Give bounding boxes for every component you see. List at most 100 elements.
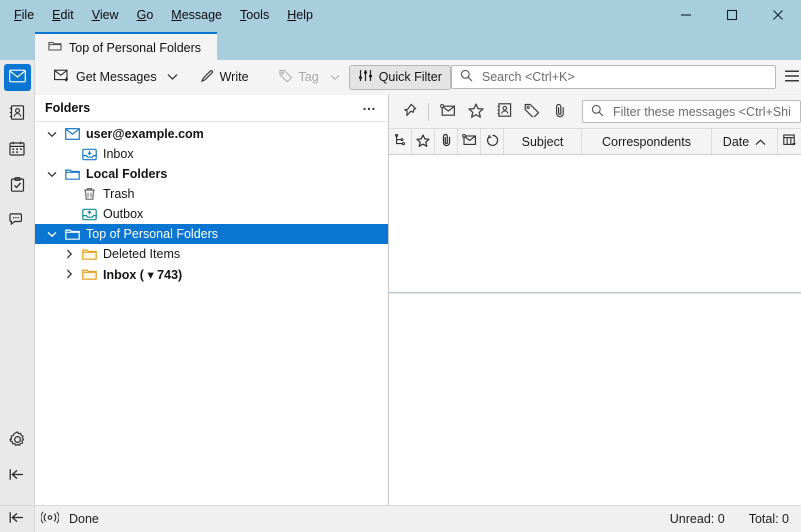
get-mail-icon xyxy=(54,69,70,85)
inbox-icon xyxy=(81,148,98,161)
column-header-subject[interactable]: Subject xyxy=(504,129,582,154)
quick-filter-search-box[interactable] xyxy=(582,100,801,123)
status-counts: Unread: 0 Total: 0 xyxy=(658,512,801,526)
calendar-icon xyxy=(9,141,25,159)
column-header-date[interactable]: Date xyxy=(712,129,778,154)
close-icon[interactable] xyxy=(755,0,801,30)
folder-pane-header: Folders … xyxy=(35,95,388,122)
menu-edit[interactable]: Edit xyxy=(44,4,82,26)
chevron-down-icon[interactable] xyxy=(45,171,59,178)
quick-filter-starred-button[interactable] xyxy=(462,99,490,124)
chevron-down-icon[interactable] xyxy=(45,231,59,238)
search-input[interactable] xyxy=(479,69,767,85)
message-list[interactable] xyxy=(389,155,801,293)
quick-filter-attachment-button[interactable] xyxy=(546,99,574,124)
chevron-right-icon[interactable] xyxy=(62,269,76,279)
folder-label: Trash xyxy=(103,187,135,201)
star-icon xyxy=(416,133,430,150)
pencil-icon xyxy=(200,69,214,86)
collapse-left-icon xyxy=(9,468,25,484)
folder-row-outbox[interactable]: Outbox xyxy=(35,204,388,224)
folder-row-local-folders[interactable]: Local Folders xyxy=(35,164,388,184)
column-label: Correspondents xyxy=(602,134,691,149)
search-icon xyxy=(460,69,473,85)
chevron-down-icon[interactable] xyxy=(45,131,59,138)
space-tasks[interactable] xyxy=(4,172,31,199)
app-menu-button[interactable] xyxy=(784,64,800,90)
column-header-thread[interactable] xyxy=(389,129,412,154)
folder-icon xyxy=(48,40,62,55)
hamburger-icon xyxy=(784,70,800,85)
tasks-icon xyxy=(10,176,25,195)
menu-help[interactable]: Help xyxy=(279,4,321,26)
folder-blue-icon xyxy=(64,228,81,240)
folder-blue-icon xyxy=(64,168,81,180)
folder-row-trash[interactable]: Trash xyxy=(35,184,388,204)
chat-icon xyxy=(9,213,25,230)
folder-row-top-of-personal-folders[interactable]: Top of Personal Folders xyxy=(35,224,388,244)
filter-sliders-icon xyxy=(358,69,373,85)
spaces-collapse-button[interactable] xyxy=(4,462,31,489)
column-header-unread[interactable] xyxy=(458,129,481,154)
folder-row-deleted-items[interactable]: Deleted Items xyxy=(35,244,388,264)
quick-filter-contact-button[interactable] xyxy=(490,99,518,124)
write-button[interactable]: Write xyxy=(191,65,258,90)
column-header-correspondents[interactable]: Correspondents xyxy=(582,129,712,154)
menu-go[interactable]: Go xyxy=(129,4,162,26)
paperclip-icon xyxy=(441,133,452,150)
write-label: Write xyxy=(219,70,249,84)
status-bar: Done Unread: 0 Total: 0 xyxy=(0,505,801,532)
folder-label: Inbox ( ▾ 743) xyxy=(103,267,183,282)
unread-envelope-icon xyxy=(440,103,456,120)
get-messages-button[interactable]: Get Messages xyxy=(45,65,166,90)
get-messages-dropdown[interactable] xyxy=(166,65,179,90)
maximize-icon[interactable] xyxy=(709,0,755,30)
column-picker-icon xyxy=(782,133,797,150)
column-picker-button[interactable] xyxy=(778,129,801,154)
address-book-icon xyxy=(497,103,512,120)
status-collapse-button[interactable] xyxy=(0,506,35,532)
quick-filter-input[interactable] xyxy=(611,103,792,120)
folder-pane-options-button[interactable]: … xyxy=(359,98,380,116)
space-calendar[interactable] xyxy=(4,136,31,163)
minimize-icon[interactable] xyxy=(663,0,709,30)
space-chat[interactable] xyxy=(4,208,31,235)
folder-row-account[interactable]: user@example.com xyxy=(35,124,388,144)
column-header-starred[interactable] xyxy=(412,129,435,154)
quick-filter-button[interactable]: Quick Filter xyxy=(348,64,451,90)
folder-row-personal-inbox[interactable]: Inbox ( ▾ 743) xyxy=(35,264,388,284)
space-address-book[interactable] xyxy=(4,100,31,127)
menu-file[interactable]: File xyxy=(6,4,42,26)
message-list-column-headers: Subject Correspondents Date xyxy=(389,129,801,155)
tag-icon xyxy=(524,103,540,120)
chevron-up-icon xyxy=(755,135,766,149)
tab-strip: Top of Personal Folders xyxy=(0,30,801,61)
column-header-attachment[interactable] xyxy=(435,129,458,154)
tag-label: Tag xyxy=(298,70,319,84)
tag-button[interactable]: Tag xyxy=(270,65,349,90)
trash-icon xyxy=(81,187,98,201)
quick-filter-tags-button[interactable] xyxy=(518,99,546,124)
global-search-box[interactable] xyxy=(450,65,776,89)
content-area: Get Messages Write Tag Quick Filter Sear… xyxy=(35,60,801,505)
menu-message[interactable]: Message xyxy=(163,4,230,26)
column-header-junk[interactable] xyxy=(481,129,504,154)
folder-label: Inbox xyxy=(103,147,134,161)
tab-top-of-personal-folders[interactable]: Top of Personal Folders xyxy=(35,32,218,61)
status-total-count: Total: 0 xyxy=(748,512,789,526)
space-settings[interactable] xyxy=(4,427,31,454)
quick-filter-unread-button[interactable] xyxy=(434,99,462,124)
activity-icon xyxy=(40,511,60,527)
collapse-left-icon xyxy=(9,511,25,527)
menu-view[interactable]: View xyxy=(84,4,127,26)
chevron-right-icon[interactable] xyxy=(62,249,76,259)
tag-icon xyxy=(278,69,293,85)
folder-yellow-icon xyxy=(81,248,98,260)
space-mail[interactable] xyxy=(3,64,31,91)
status-unread-count: Unread: 0 xyxy=(669,512,725,526)
folder-label: Local Folders xyxy=(86,167,168,181)
quick-filter-pin-button[interactable] xyxy=(395,99,423,124)
menu-tools[interactable]: Tools xyxy=(232,4,277,26)
thread-icon xyxy=(394,133,406,150)
folder-row-account-inbox[interactable]: Inbox xyxy=(35,144,388,164)
